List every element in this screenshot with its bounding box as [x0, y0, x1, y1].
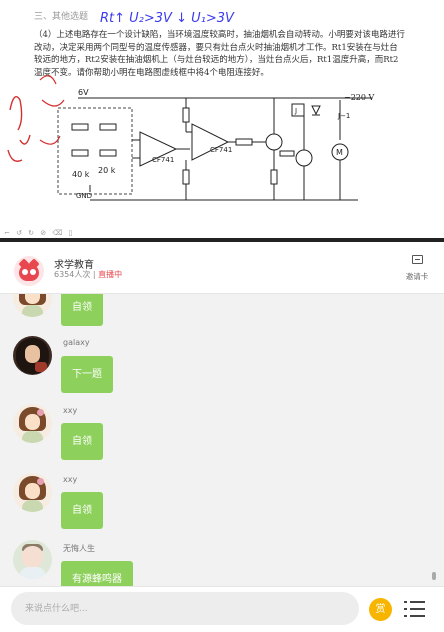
- chat-nickname: xxy: [63, 475, 78, 484]
- relay-coil: [291, 103, 305, 117]
- relay-switch-label: J−1: [337, 112, 350, 120]
- handwriting-scribble-mid: [39, 75, 65, 145]
- diode: [311, 105, 321, 116]
- invite-card-button[interactable]: 邀请卡: [403, 255, 431, 282]
- chat-nickname: galaxy: [63, 338, 90, 347]
- op-amp-1-label: CF741: [152, 156, 174, 164]
- channel-logo[interactable]: [14, 256, 44, 286]
- handwriting-scribble-left: [7, 96, 31, 162]
- chat-bubble: 下一题: [61, 356, 113, 393]
- girl-sketch-avatar[interactable]: [13, 473, 52, 512]
- chat-list[interactable]: 自领 galaxy 下一题 xxy 自领 xxy 自领 无悔人生 有源蜂鸣器: [0, 294, 444, 586]
- gnd-label: GND: [76, 192, 92, 200]
- invite-card-label: 邀请卡: [405, 272, 429, 281]
- voltage-6v-label: 6V: [78, 88, 89, 97]
- handwriting-annotation: Rt↑ U₂>3V ↓ U₁>3V: [100, 11, 235, 26]
- op-amp-2: [191, 123, 230, 161]
- dark-hair-avatar[interactable]: [13, 336, 52, 375]
- board-toolbar[interactable]: ⌐ ↺ ↻ ⊘ ⌫ ▯: [4, 229, 74, 237]
- motor-label: M: [336, 148, 343, 157]
- op-amp-2-label: CF741: [210, 146, 232, 154]
- comment-input[interactable]: [11, 592, 359, 625]
- list-menu-icon[interactable]: [404, 600, 426, 618]
- girl-sketch-avatar[interactable]: [13, 294, 52, 317]
- transistor-1: [265, 133, 283, 151]
- baby-avatar[interactable]: [13, 540, 52, 579]
- channel-stats: 6354人次 | 直播中: [54, 269, 122, 280]
- chat-bubble: 自领: [61, 492, 103, 529]
- reward-button[interactable]: 赏: [369, 598, 392, 621]
- live-classroom-screen: 三、其他选题 （4）上述电路存在一个设计缺陷，当环境温度较高时，抽油烟机会自动转…: [0, 0, 444, 632]
- circuit-diagram: Rt↑ U₂>3V ↓ U₁>3V 6V −220 V 40 k 20 k GN…: [7, 11, 375, 201]
- chat-bubble: 有源蜂鸣器: [61, 561, 133, 586]
- resistor-40k-label: 40 k: [72, 170, 90, 179]
- chat-nickname: 无悔人生: [63, 544, 95, 553]
- chat-scrollbar[interactable]: [432, 572, 436, 580]
- dashed-box: [57, 107, 133, 195]
- live-status: 直播中: [98, 270, 123, 279]
- stats-separator: |: [92, 270, 96, 279]
- invite-card-icon: [411, 255, 423, 264]
- whiteboard: 三、其他选题 （4）上述电路存在一个设计缺陷，当环境温度较高时，抽油烟机会自动转…: [0, 0, 444, 240]
- chat-bubble: 自领: [61, 423, 103, 460]
- girl-sketch-avatar[interactable]: [13, 404, 52, 443]
- svg-text:J: J: [294, 107, 297, 115]
- chat-bubble: 自领: [61, 294, 103, 326]
- supply-label: −220 V: [344, 93, 375, 102]
- transistor-2: [295, 149, 313, 167]
- viewer-count: 6354人次: [54, 270, 91, 279]
- chat-nickname: xxy: [63, 406, 78, 415]
- resistor-20k-label: 20 k: [98, 166, 116, 175]
